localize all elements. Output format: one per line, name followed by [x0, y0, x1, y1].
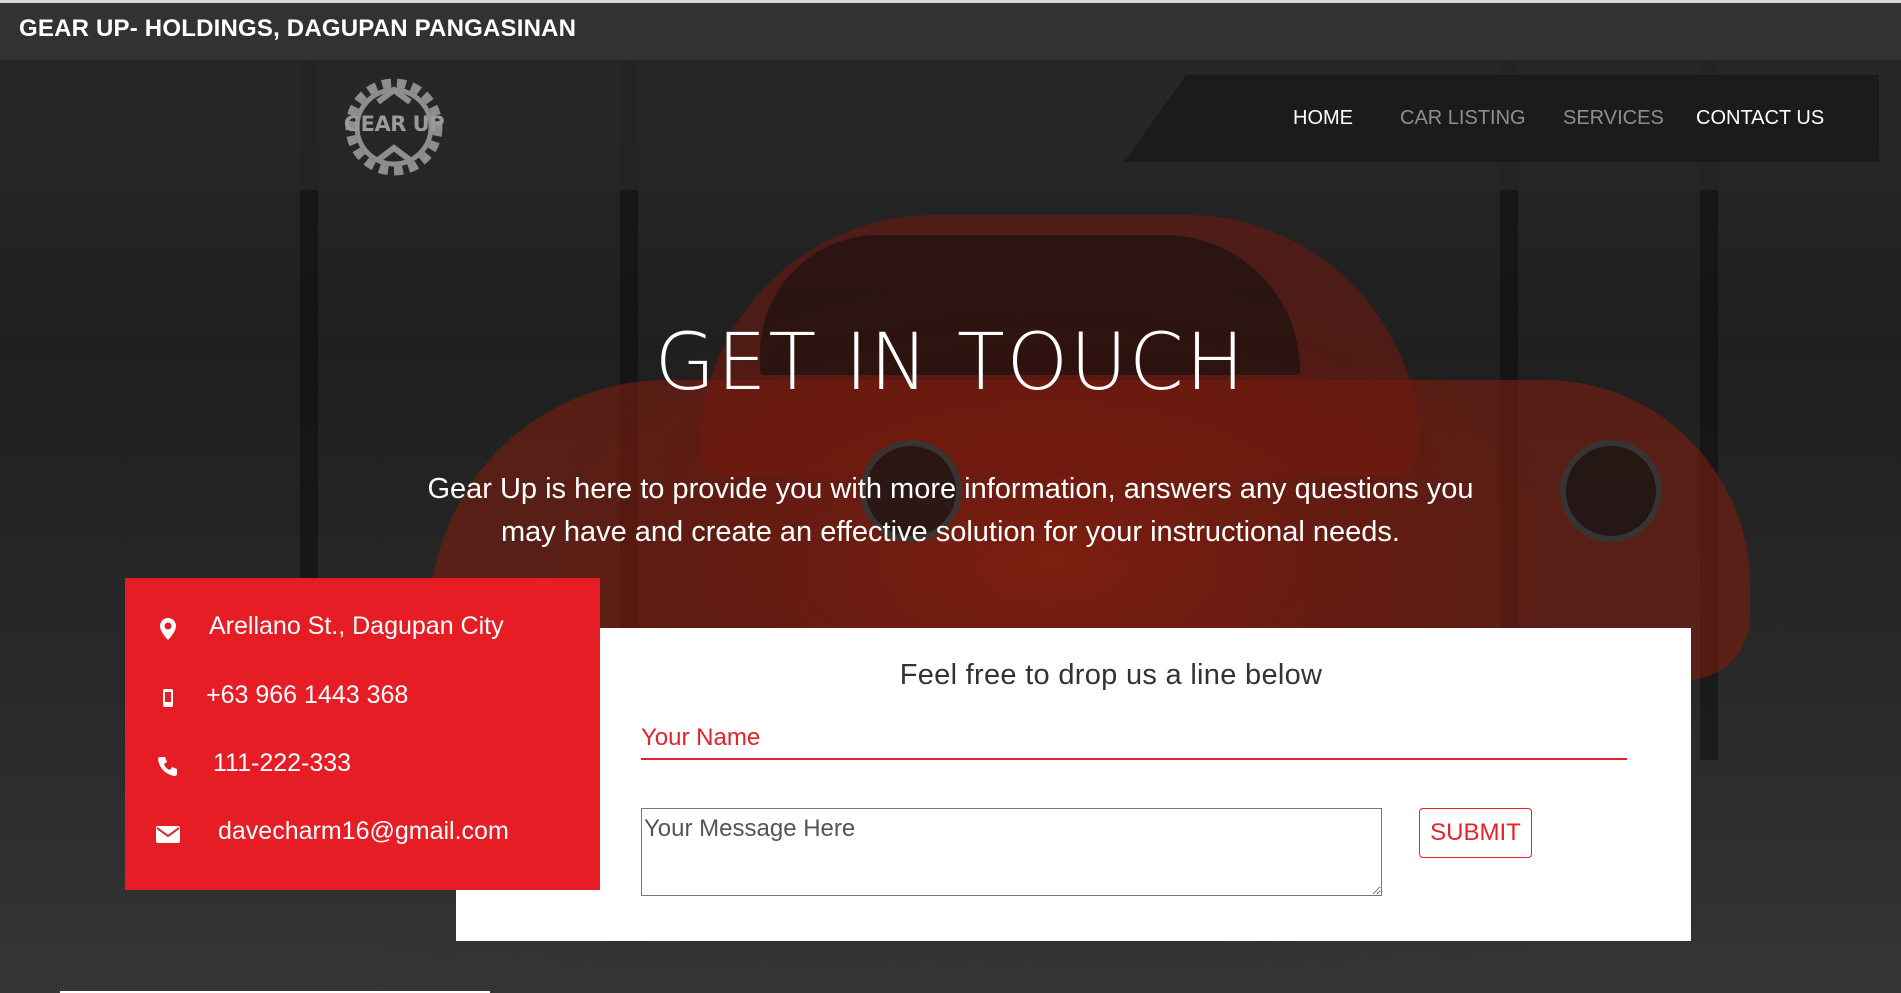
contact-address-row: Arellano St., Dagupan City: [125, 608, 600, 648]
logo-text: GEAR UP: [343, 112, 445, 136]
site-header: GEAR UP HOME CAR LISTING SERVICES CONTAC…: [0, 60, 1901, 190]
contact-email[interactable]: davecharm16@gmail.com: [218, 817, 509, 846]
contact-details-box: Arellano St., Dagupan City +63 966 1443 …: [125, 578, 600, 890]
hero-subtitle: Gear Up is here to provide you with more…: [427, 473, 1474, 548]
top-bar: GEAR UP- HOLDINGS, DAGUPAN PANGASINAN: [0, 0, 1901, 60]
mobile-icon: [155, 685, 181, 711]
envelope-icon: [155, 821, 181, 847]
gear-up-logo[interactable]: GEAR UP: [343, 72, 445, 182]
site-title: GEAR UP- HOLDINGS, DAGUPAN PANGASINAN: [19, 15, 577, 42]
form-heading: Feel free to drop us a line below: [899, 659, 1323, 691]
nav-home[interactable]: HOME: [1293, 107, 1353, 130]
contact-form-card: Feel free to drop us a line below SUBMIT: [456, 628, 1691, 941]
submit-button[interactable]: SUBMIT: [1419, 808, 1532, 858]
contact-mobile: +63 966 1443 368: [206, 681, 409, 709]
page-title: GET IN TOUCH: [654, 318, 1247, 408]
contact-phone: 111-222-333: [213, 749, 352, 777]
name-input[interactable]: [641, 718, 1627, 760]
phone-icon: [155, 753, 181, 779]
nav-contact-us[interactable]: CONTACT US: [1696, 107, 1824, 130]
nav-services[interactable]: SERVICES: [1563, 107, 1664, 130]
contact-address: Arellano St., Dagupan City: [209, 612, 504, 640]
contact-mobile-row: +63 966 1443 368: [125, 677, 600, 717]
contact-email-row: davecharm16@gmail.com: [125, 813, 600, 853]
nav-car-listing[interactable]: CAR LISTING: [1400, 107, 1526, 130]
contact-phone-row: 111-222-333: [125, 745, 600, 785]
main-nav: HOME CAR LISTING SERVICES CONTACT US: [1124, 75, 1879, 162]
map-pin-icon: [155, 616, 181, 642]
message-textarea[interactable]: [641, 808, 1382, 896]
